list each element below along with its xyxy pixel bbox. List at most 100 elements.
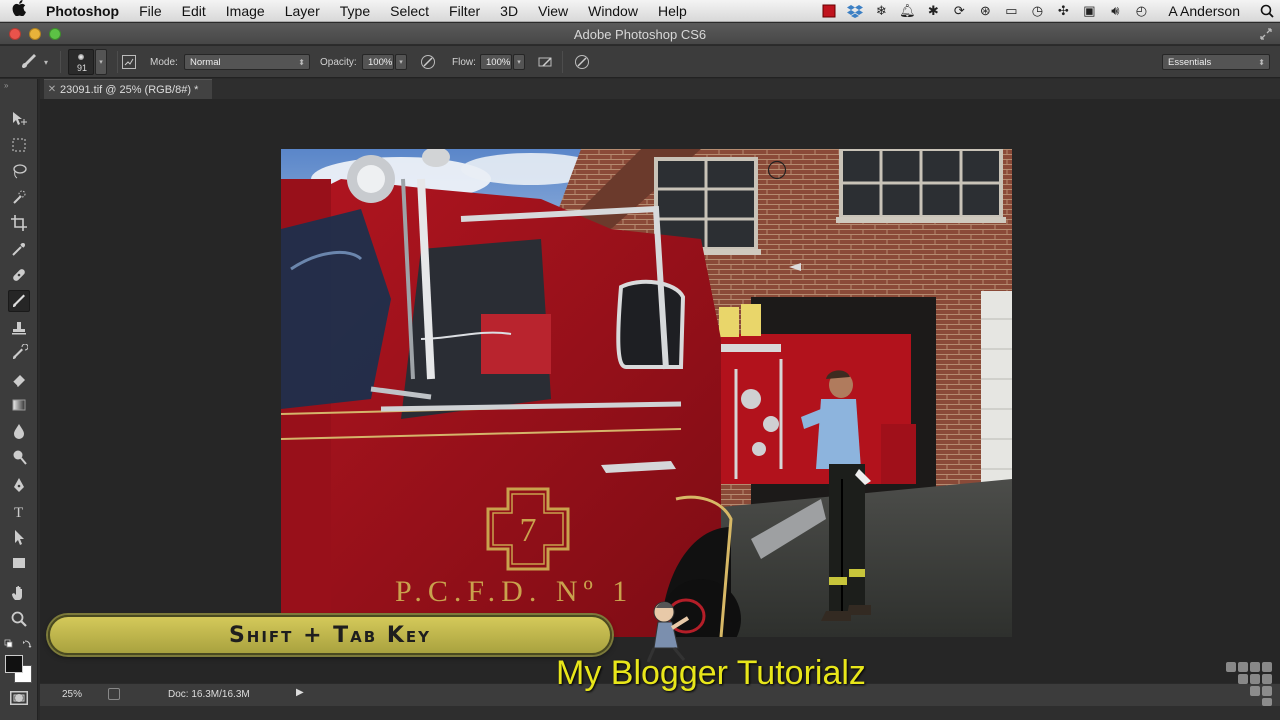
paw-icon[interactable]: ✱	[920, 0, 946, 22]
app-menu[interactable]: Photoshop	[38, 3, 129, 19]
dodge-tool-icon[interactable]	[8, 446, 30, 468]
crop-tool-icon[interactable]	[8, 212, 30, 234]
options-bar: ▾ 91 ▾ Mode: Normal ⬍ Opacity: 100% ▾ Fl…	[0, 46, 1280, 78]
foreground-color-swatch[interactable]	[5, 655, 23, 673]
flow-value: 100%	[486, 56, 511, 68]
menu-layer[interactable]: Layer	[275, 3, 330, 19]
flow-dropdown[interactable]: ▾	[513, 54, 525, 70]
menu-3d[interactable]: 3D	[490, 3, 528, 19]
close-tab-icon[interactable]: ✕	[44, 84, 60, 95]
options-separator	[562, 51, 563, 73]
truck-lettering: P.C.F.D. Nº 1	[395, 575, 633, 608]
rectangle-tool-icon[interactable]	[8, 552, 30, 574]
menu-edit[interactable]: Edit	[172, 3, 216, 19]
keyboard-shortcut-banner: Shift + Tab Key	[48, 615, 612, 655]
window-title: Adobe Photoshop CS6	[573, 27, 707, 42]
path-select-tool-icon[interactable]	[8, 526, 30, 548]
workspace-select[interactable]: Essentials ⬍	[1162, 54, 1270, 70]
opacity-value: 100%	[368, 56, 393, 68]
zoom-tool-icon[interactable]	[8, 608, 30, 630]
bell-icon[interactable]: 🔔︎	[894, 0, 920, 22]
gradient-tool-icon[interactable]	[8, 394, 30, 416]
brush-size-picker[interactable]: 91 ▾	[68, 46, 107, 78]
hand-tool-icon[interactable]	[8, 582, 30, 604]
type-tool-icon[interactable]: T	[8, 500, 30, 522]
screen-mode-icon[interactable]	[8, 690, 30, 706]
display-icon[interactable]: ▭	[998, 0, 1024, 22]
bluetooth-icon[interactable]: ✣	[1050, 0, 1076, 22]
opacity-dropdown[interactable]: ▾	[395, 54, 407, 70]
menu-window[interactable]: Window	[578, 3, 648, 19]
watermark-text: My Blogger Tutorialz	[556, 654, 866, 692]
panel-collapse-icon[interactable]: »	[4, 81, 8, 90]
menu-filter[interactable]: Filter	[439, 3, 490, 19]
pressure-size-icon[interactable]	[572, 52, 592, 72]
window-title-bar: Adobe Photoshop CS6	[0, 23, 1280, 45]
time-machine-icon[interactable]: ◷	[1024, 0, 1050, 22]
clone-stamp-tool-icon[interactable]	[8, 316, 30, 338]
lasso-tool-icon[interactable]	[8, 160, 30, 182]
document-tab-title: 23091.tif @ 25% (RGB/8#) *	[60, 83, 199, 96]
menu-bar: Photoshop File Edit Image Layer Type Sel…	[0, 0, 1280, 22]
volume-icon[interactable]: 🔊︎	[1102, 0, 1128, 22]
pen-tool-icon[interactable]	[8, 474, 30, 496]
brush-tool-icon	[22, 54, 36, 68]
flow-input[interactable]: 100%	[480, 54, 512, 70]
spotlight-icon[interactable]	[1254, 0, 1280, 22]
accessibility-icon[interactable]: ⊛	[972, 0, 998, 22]
document-image[interactable]: 7 P.C.F.D. Nº 1	[281, 149, 1012, 637]
default-colors-icon[interactable]	[3, 636, 35, 648]
history-brush-tool-icon[interactable]	[8, 342, 30, 364]
opacity-label: Opacity:	[320, 56, 357, 68]
brush-panel-toggle-icon[interactable]	[119, 52, 139, 72]
mode-value: Normal	[190, 56, 221, 68]
truck-number: 7	[520, 512, 537, 549]
document-size: Doc: 16.3M/16.3M	[168, 689, 250, 700]
menu-select[interactable]: Select	[380, 3, 439, 19]
opacity-input[interactable]: 100%	[362, 54, 394, 70]
snowflake-icon[interactable]: ❄	[868, 0, 894, 22]
brush-size-value: 91	[76, 63, 87, 73]
document-tab[interactable]: ✕ 23091.tif @ 25% (RGB/8#) *	[44, 79, 212, 99]
brush-size-dropdown[interactable]: ▾	[95, 49, 107, 75]
brush-tool-button[interactable]	[8, 290, 30, 312]
chevron-updown-icon: ⬍	[1258, 57, 1265, 67]
brush-icon	[13, 294, 25, 307]
healing-brush-tool-icon[interactable]	[8, 264, 30, 286]
blur-tool-icon[interactable]	[8, 420, 30, 442]
chevron-updown-icon: ⬍	[298, 57, 305, 67]
grid-logo-icon	[1222, 660, 1278, 708]
dropbox-icon[interactable]	[842, 0, 868, 22]
document-info-icon[interactable]	[108, 688, 120, 700]
mode-label: Mode:	[150, 56, 178, 68]
bottom-strip	[40, 706, 1280, 720]
move-tool-icon[interactable]	[8, 108, 30, 130]
menu-view[interactable]: View	[528, 3, 578, 19]
eraser-tool-icon[interactable]	[8, 368, 30, 390]
menu-image[interactable]: Image	[216, 3, 275, 19]
record-icon[interactable]	[816, 0, 842, 22]
clock-icon[interactable]: ◴	[1128, 0, 1154, 22]
tool-preset-picker[interactable]: ▾	[18, 46, 48, 78]
menu-file[interactable]: File	[129, 3, 172, 19]
sync-icon[interactable]: ⟳	[946, 0, 972, 22]
fullscreen-icon[interactable]	[1260, 28, 1272, 40]
quick-select-tool-icon[interactable]	[8, 186, 30, 208]
status-menu-arrow-icon[interactable]: ▶	[296, 687, 304, 698]
eyedropper-tool-icon[interactable]	[8, 238, 30, 260]
airbrush-icon[interactable]	[536, 52, 556, 72]
marquee-tool-icon[interactable]	[8, 134, 30, 156]
menu-type[interactable]: Type	[330, 3, 380, 19]
apple-menu-icon[interactable]	[0, 0, 38, 21]
menu-help[interactable]: Help	[648, 3, 697, 19]
options-separator	[117, 51, 118, 73]
zoom-level[interactable]: 25%	[62, 689, 82, 700]
screen-icon[interactable]: ▣	[1076, 0, 1102, 22]
pressure-opacity-icon[interactable]	[418, 52, 438, 72]
user-name[interactable]: A Anderson	[1154, 3, 1254, 19]
mode-select[interactable]: Normal ⬍	[184, 54, 310, 70]
keyboard-shortcut-text: Shift + Tab Key	[228, 622, 432, 648]
flow-label: Flow:	[452, 56, 476, 68]
brush-tip-preview-icon	[78, 54, 84, 60]
workspace-value: Essentials	[1168, 56, 1212, 68]
